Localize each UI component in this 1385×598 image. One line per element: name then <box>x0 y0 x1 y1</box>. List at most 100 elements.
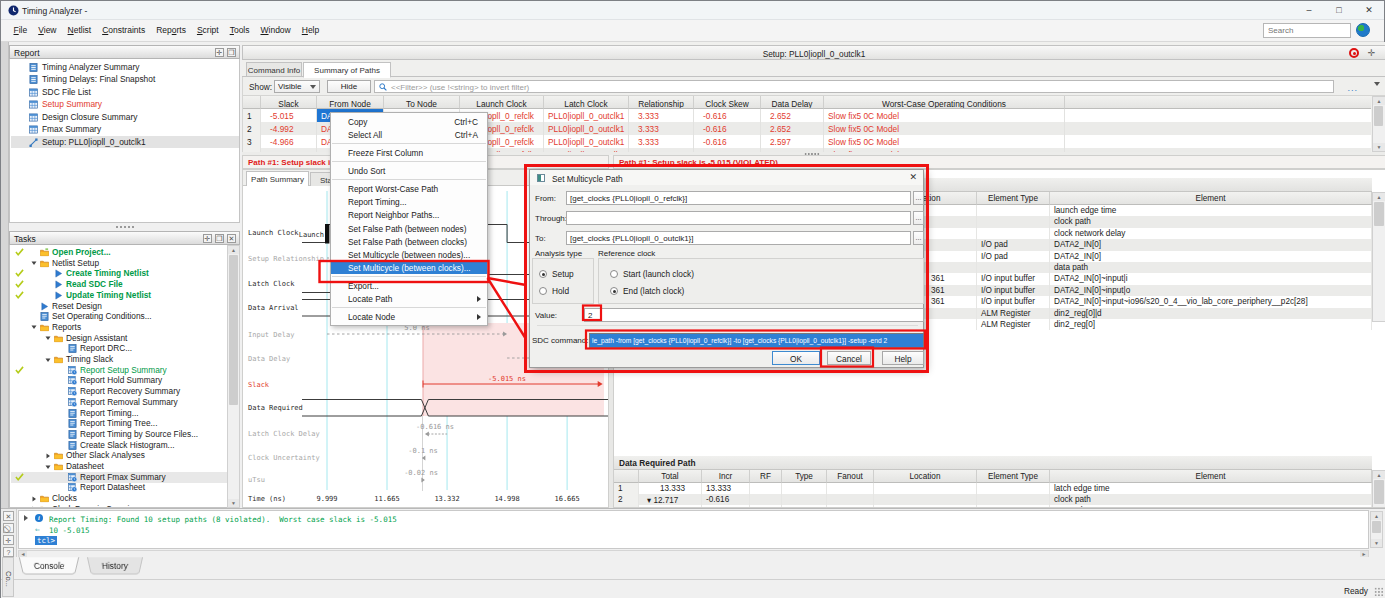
cell-element[interactable]: DATA2_IN[0]~input|i <box>1050 273 1372 284</box>
cell-latch[interactable]: PLL0|iopll_0_outclk1 <box>544 122 629 135</box>
cell-etype[interactable]: ALM Register <box>977 319 1050 330</box>
task-other-slack-analyses[interactable]: Other Slack Analyses <box>11 450 227 461</box>
through-browse-button[interactable]: ... <box>913 211 924 225</box>
menu-script[interactable]: Script <box>191 20 224 40</box>
cell-element[interactable]: clock network delay <box>1050 228 1372 239</box>
hide-button[interactable]: Hide <box>327 80 371 93</box>
menu-netlist[interactable]: Netlist <box>62 20 97 40</box>
tasks-scrollbar[interactable]: ▲ ▼ <box>227 245 240 508</box>
globe-icon[interactable] <box>1356 23 1370 37</box>
cell-element[interactable]: clock path <box>1050 216 1372 227</box>
cell-etype[interactable]: I/O input buffer <box>977 285 1050 296</box>
cell-rf[interactable] <box>750 494 782 505</box>
task-report-fmax-summary[interactable]: Report Fmax Summary <box>11 472 227 483</box>
ok-button[interactable]: OK <box>772 351 820 365</box>
more-options-icon[interactable]: ... <box>1347 83 1358 93</box>
hold-radio[interactable] <box>539 287 547 295</box>
cell-element[interactable]: latch edge time <box>1050 483 1372 494</box>
cell-element[interactable]: DATA2_IN[0]~input~io96/s20_0_4__vio_lab_… <box>1050 296 1372 307</box>
task-timing-slack[interactable]: Timing Slack <box>11 354 227 365</box>
task-design-assistant[interactable]: Design Assistant <box>11 333 227 344</box>
column-header-worst-case-operating-conditions[interactable]: Worst-Case Operating Conditions <box>824 96 1065 109</box>
column-header-launch-clock[interactable]: Launch Clock <box>460 96 544 109</box>
path-table-scrollbar[interactable]: ▲ <box>1372 192 1385 322</box>
report-item-timing-delays-final-snapshot[interactable]: Timing Delays: Final Snapshot <box>11 73 239 86</box>
menu-item-export[interactable]: Export... <box>331 279 487 292</box>
report-item-sdc-file-list[interactable]: SDC File List <box>11 86 239 99</box>
cell-rf[interactable] <box>750 483 782 494</box>
menu-item-report-worst-case-path[interactable]: Report Worst-Case Path <box>331 182 487 195</box>
column-header-latch-clock[interactable]: Latch Clock <box>544 96 629 109</box>
menu-file[interactable]: File <box>8 20 33 40</box>
column-header-total[interactable]: Total <box>639 470 702 483</box>
task-report-setup-summary[interactable]: Report Setup Summary <box>11 365 227 376</box>
cell-etype[interactable]: ALM Register <box>977 308 1050 319</box>
menu-item-freeze-first-column[interactable]: Freeze First Column <box>331 146 487 159</box>
report-item-fmax-summary[interactable]: Fmax Summary <box>11 123 239 136</box>
float-icon[interactable]: ❐ <box>227 48 236 57</box>
help-icon[interactable]: ? <box>3 547 14 557</box>
scroll-down-icon[interactable]: ▼ <box>1373 143 1385 151</box>
task-report-removal-summary[interactable]: Report Removal Summary <box>11 397 227 408</box>
cell-element[interactable]: DATA2_IN[0] <box>1050 239 1372 250</box>
cell-incr[interactable]: -0.616 <box>702 494 750 505</box>
cell-latch[interactable]: PLL0|iopll_0_outclk1 <box>544 135 629 148</box>
column-header-from-node[interactable]: From Node <box>317 96 384 109</box>
column-header-element-type[interactable]: Element Type <box>977 192 1050 205</box>
close-button[interactable]: ✕ <box>1354 1 1384 20</box>
path-table-scrollbar[interactable]: ▲ <box>1372 470 1385 508</box>
collapse-icon[interactable] <box>45 335 51 341</box>
column-header-num[interactable] <box>614 470 639 483</box>
task-netlist-setup[interactable]: Netlist Setup <box>11 258 227 269</box>
scroll-up-icon[interactable]: ▲ <box>1373 193 1385 201</box>
task-datasheet[interactable]: Datasheet <box>11 461 227 472</box>
cell-wc[interactable]: Slow fix5 0C Model <box>824 135 1065 148</box>
cell-etype[interactable] <box>977 205 1050 216</box>
task-reset-design[interactable]: Reset Design <box>11 301 227 312</box>
collapse-icon[interactable] <box>45 357 51 363</box>
cell-etype[interactable] <box>977 228 1050 239</box>
expand-icon[interactable] <box>24 515 28 521</box>
task-clocks[interactable]: Clocks <box>11 493 227 504</box>
cell-element[interactable]: DATA2_IN[0]~input|o <box>1050 285 1372 296</box>
menu-item-set-false-path-between-nodes[interactable]: Set False Path (between nodes) <box>331 221 487 234</box>
cell-skew[interactable]: -0.616 <box>694 122 761 135</box>
cell-skew[interactable]: -0.616 <box>694 135 761 148</box>
cell-slack[interactable]: -5.015 <box>261 109 317 122</box>
close-panel-icon[interactable]: ✕ <box>227 234 236 243</box>
cell-etype[interactable] <box>977 483 1050 494</box>
tab-history[interactable]: History <box>87 557 143 574</box>
show-dropdown[interactable]: Visible <box>274 80 320 93</box>
target-icon[interactable] <box>1349 48 1359 58</box>
cell-total[interactable]: ▾ 12.717 <box>639 494 702 505</box>
column-header-fanout[interactable]: Fanout <box>827 470 874 483</box>
cell-element[interactable]: launch edge time <box>1050 205 1372 216</box>
report-tasks-splitter[interactable] <box>9 223 240 231</box>
cell-wc[interactable]: Slow fix5 0C Model <box>824 109 1065 122</box>
dropdown-icon[interactable] <box>1374 82 1380 86</box>
cell-wc[interactable]: Slow fix5 0C Model <box>824 122 1065 135</box>
menu-item-report-neighbor-paths[interactable]: Report Neighbor Paths... <box>331 208 487 221</box>
detach-icon[interactable]: ✛ <box>1366 48 1377 59</box>
task-reports[interactable]: Reports <box>11 322 227 333</box>
menu-item-copy[interactable]: CopyCtrl+C <box>331 115 487 128</box>
column-header-num[interactable] <box>243 96 261 109</box>
value-field[interactable]: 2 <box>584 308 924 322</box>
tab-console[interactable]: Console <box>19 557 80 574</box>
cell-element[interactable]: data path <box>1050 262 1372 273</box>
pin-icon[interactable]: ✛ <box>215 48 224 57</box>
column-header-element[interactable]: Element <box>1050 192 1372 205</box>
from-field[interactable]: [get_clocks {PLL0|iopll_0_refclk}] <box>566 191 911 205</box>
tab-path-summary[interactable]: Path Summary <box>246 171 309 186</box>
cell-etype[interactable]: I/O pad <box>977 251 1050 262</box>
cell-delay[interactable]: 2.652 <box>761 122 824 135</box>
to-field[interactable]: [get_clocks {PLL0|iopll_0_outclk1}] <box>566 231 911 245</box>
expand-icon[interactable] <box>45 453 51 459</box>
cell-etype[interactable]: I/O pad <box>977 239 1050 250</box>
cell-fanout[interactable] <box>827 494 874 505</box>
tab-summary-of-paths[interactable]: Summary of Paths <box>303 62 391 78</box>
filter-input[interactable]: <<Filter>> (use !<string> to invert filt… <box>374 80 1334 93</box>
scroll-down-icon[interactable]: ▼ <box>228 499 239 507</box>
menu-item-undo-sort[interactable]: Undo Sort <box>331 164 487 177</box>
task-report-timing-[interactable]: Report Timing... <box>11 408 227 419</box>
